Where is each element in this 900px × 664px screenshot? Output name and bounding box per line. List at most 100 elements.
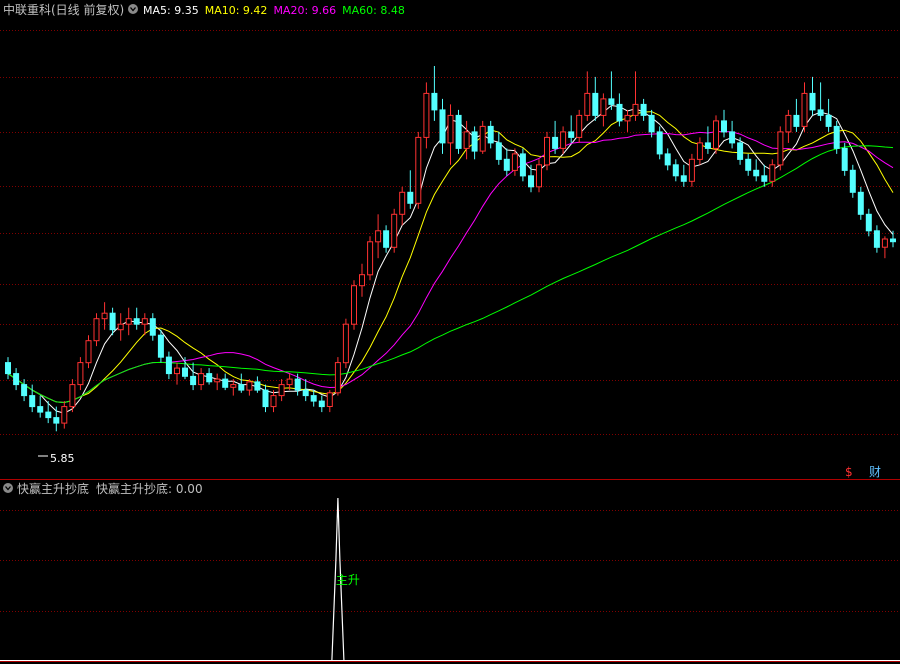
candle[interactable] [560,126,567,154]
candle[interactable] [334,357,341,396]
candle[interactable] [721,109,727,138]
candle[interactable] [463,120,470,160]
candle[interactable] [21,379,28,402]
candle[interactable] [222,373,229,391]
candle[interactable] [729,120,736,149]
candle[interactable] [503,148,510,176]
candle[interactable] [93,313,100,347]
candle[interactable] [519,148,526,182]
candle[interactable] [785,109,792,143]
candle[interactable] [37,395,44,418]
candle[interactable] [704,126,711,154]
candle[interactable] [133,307,140,330]
candle[interactable] [125,307,132,336]
candle[interactable] [278,379,285,402]
candle[interactable] [391,208,398,253]
candle[interactable] [600,93,607,127]
candle[interactable] [77,357,84,391]
candle[interactable] [254,376,261,393]
candle[interactable] [198,368,205,391]
candle[interactable] [865,208,872,237]
candle[interactable] [13,368,20,391]
candle[interactable] [367,236,374,281]
chevron-down-icon[interactable] [128,4,138,14]
stock-chart[interactable]: 5.85 中联重科 (日线 前复权) MA5: 9.35 MA10: 9.42 MA… [0,0,900,664]
candle[interactable] [713,115,719,154]
candle[interactable] [479,120,486,154]
candle[interactable] [439,98,446,154]
candle[interactable] [351,280,357,330]
candle[interactable] [270,390,277,413]
candle[interactable] [302,379,309,402]
candle[interactable] [5,357,11,380]
candle[interactable] [592,76,599,121]
candle[interactable] [624,109,631,132]
candle[interactable] [584,71,591,121]
candle[interactable] [528,164,534,193]
candle[interactable] [294,373,301,396]
candle[interactable] [310,390,317,407]
candle[interactable] [238,373,245,393]
candle[interactable] [487,120,494,149]
candle[interactable] [857,186,864,220]
candle[interactable] [849,164,856,198]
finance-icon[interactable]: 财 [869,465,881,479]
candle[interactable] [342,318,349,369]
candle[interactable] [680,164,687,187]
candle[interactable] [262,384,269,413]
candle[interactable] [536,159,542,193]
candle[interactable] [801,82,808,132]
candle[interactable] [407,170,414,209]
candle[interactable] [383,225,390,253]
candle[interactable] [165,351,172,380]
candle[interactable] [447,104,454,165]
candle[interactable] [873,225,880,253]
candle[interactable] [745,153,752,176]
candle[interactable] [632,71,639,121]
candle[interactable] [544,131,550,171]
candle[interactable] [415,131,422,209]
candle[interactable] [753,159,760,182]
candlesticks[interactable] [5,66,896,432]
candle[interactable] [375,214,382,259]
candle[interactable] [471,126,478,160]
candle[interactable] [696,137,703,165]
candle[interactable] [157,329,164,363]
candle[interactable] [246,379,253,396]
candle[interactable] [817,82,824,121]
corner-icons[interactable]: $ 财 [845,465,881,479]
candle[interactable] [423,82,430,149]
candle[interactable] [761,164,768,187]
candle[interactable] [672,159,679,182]
candle[interactable] [793,98,800,132]
candle[interactable] [809,76,816,116]
candle[interactable] [664,148,671,171]
candle[interactable] [149,313,156,341]
candle[interactable] [61,401,68,429]
candle[interactable] [85,335,92,369]
candle[interactable] [576,109,583,143]
candle[interactable] [455,109,462,154]
candle[interactable] [568,115,575,143]
candle[interactable] [190,362,197,391]
candle[interactable] [101,302,108,330]
candle[interactable] [117,313,124,341]
candle[interactable] [318,395,325,413]
candle[interactable] [656,126,663,160]
candle[interactable] [648,109,655,138]
candle[interactable] [688,153,695,187]
candle[interactable] [431,66,438,121]
candle[interactable] [640,98,647,121]
candle[interactable] [174,362,180,385]
chevron-down-icon[interactable] [3,483,13,493]
candle[interactable] [359,263,365,297]
candle[interactable] [53,406,60,432]
candle[interactable] [206,368,213,385]
candle[interactable] [495,131,502,165]
candle[interactable] [326,390,333,413]
candle[interactable] [777,126,784,171]
dollar-icon[interactable]: $ [845,465,853,479]
candle[interactable] [214,373,221,391]
candle[interactable] [399,186,406,226]
candle[interactable] [825,98,832,132]
